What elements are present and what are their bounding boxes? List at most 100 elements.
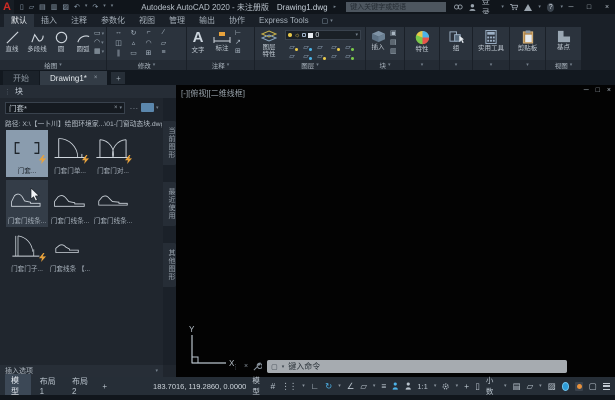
plot-icon[interactable]: ▨ bbox=[62, 3, 69, 11]
panel-layers-label[interactable]: 图层▾ bbox=[255, 60, 365, 70]
browse-caret-icon[interactable]: ▾ bbox=[156, 105, 159, 111]
ribbon-tab-annotate[interactable]: 注释 bbox=[64, 14, 94, 27]
layer-color-swatch[interactable] bbox=[308, 33, 313, 38]
title-caret-icon[interactable]: ▸ bbox=[334, 4, 337, 10]
help-icon[interactable]: ? bbox=[547, 3, 555, 12]
ribbon-tab-collaborate[interactable]: 协作 bbox=[222, 14, 252, 27]
create-block-icon[interactable]: ▣ bbox=[390, 30, 397, 38]
palette-tab-other-drawings[interactable]: 其他图形 bbox=[163, 243, 176, 287]
tray-notes-icon[interactable]: ▤ bbox=[513, 381, 521, 392]
panel-properties-label[interactable]: ▾ bbox=[405, 60, 439, 70]
layer-tool-icon[interactable]: ▱ bbox=[341, 43, 355, 52]
drawing-canvas[interactable]: [-][俯视][二维线框] ─ □ × Y X ⋮ × ▢ ▾ 键入命令 bbox=[176, 85, 615, 377]
lineweight-toggle-icon[interactable]: ≡ bbox=[381, 381, 386, 391]
mirror-tool-icon[interactable]: ▵ bbox=[126, 39, 141, 49]
app-logo-icon[interactable]: A bbox=[0, 0, 14, 14]
maximize-button[interactable]: □ bbox=[581, 0, 597, 14]
fillet-tool-icon[interactable]: ◠ bbox=[141, 39, 156, 49]
redo-icon[interactable]: ↷ bbox=[92, 3, 98, 11]
ribbon-options-icon[interactable]: ▢▾ bbox=[316, 14, 339, 27]
autoscale-icon[interactable] bbox=[405, 381, 412, 391]
doc-minimize-icon[interactable]: ─ bbox=[584, 87, 589, 94]
layer-sun-icon[interactable]: ☼ bbox=[294, 32, 300, 39]
file-tab-drawing1[interactable]: Drawing1* × bbox=[40, 71, 107, 85]
new-file-icon[interactable]: ▯ bbox=[20, 3, 24, 11]
base-view-button[interactable]: 基点 bbox=[557, 27, 571, 51]
polyline-button[interactable]: 多段线 bbox=[24, 27, 50, 53]
table-tool-icon[interactable]: ⊞ bbox=[235, 48, 241, 56]
open-file-icon[interactable]: ▱ bbox=[29, 3, 34, 11]
layout-tab-layout2[interactable]: 布局2 bbox=[66, 375, 95, 397]
signin-caret-icon[interactable]: ▾ bbox=[501, 4, 504, 10]
qat-customize-caret-icon[interactable]: ▾ bbox=[111, 3, 114, 11]
new-layout-button[interactable]: + bbox=[98, 382, 111, 391]
block-item-molding-3[interactable]: 门套门线条... bbox=[92, 180, 134, 227]
layer-tool-icon[interactable]: ▱ bbox=[327, 43, 341, 52]
command-prompt-text[interactable]: 键入命令 bbox=[288, 361, 320, 372]
doc-restore-icon[interactable]: □ bbox=[596, 87, 600, 94]
layer-properties-button[interactable]: 图层特性 bbox=[255, 27, 283, 58]
command-close-icon[interactable]: × bbox=[244, 363, 248, 370]
palette-grip-icon[interactable]: ⋮ bbox=[4, 88, 11, 96]
app-store-cart-icon[interactable] bbox=[510, 3, 518, 11]
recent-commands-icon[interactable]: ▢ bbox=[271, 363, 278, 371]
block-item-doorframe[interactable]: 门套... bbox=[6, 130, 48, 177]
ribbon-tab-view[interactable]: 视图 bbox=[132, 14, 162, 27]
snap-caret-icon[interactable]: ▾ bbox=[302, 383, 305, 389]
command-grip-icon[interactable]: ⋮ bbox=[232, 363, 239, 371]
groups-button[interactable]: 组 bbox=[449, 27, 464, 52]
insert-block-button[interactable]: 插入 bbox=[366, 27, 390, 51]
search-clear-icon[interactable]: × bbox=[112, 105, 120, 111]
annotation-visibility-icon[interactable] bbox=[392, 381, 399, 391]
ellipse-tool-icon[interactable]: ◠▾ bbox=[94, 39, 104, 47]
scale-caret-icon[interactable]: ▾ bbox=[434, 383, 437, 389]
panel-view-label[interactable]: 视图▾ bbox=[546, 60, 581, 70]
block-item-molding-2[interactable]: 门套门线条... bbox=[49, 180, 91, 227]
ribbon-tab-manage[interactable]: 管理 bbox=[162, 14, 192, 27]
annotation-scale-value[interactable]: 1:1 bbox=[417, 382, 427, 391]
move-tool-icon[interactable]: ↔ bbox=[111, 29, 126, 39]
insertion-options-expand-icon[interactable]: ▾ bbox=[155, 368, 158, 374]
panel-annotate-label[interactable]: 注释▾ bbox=[187, 60, 254, 70]
ribbon-tab-default[interactable]: 默认 bbox=[4, 14, 34, 27]
layer-lock-icon[interactable] bbox=[302, 33, 306, 37]
arc-button[interactable]: 圆弧 bbox=[72, 27, 94, 53]
file-tab-close-icon[interactable]: × bbox=[94, 75, 98, 81]
block-item-molding-4[interactable]: 门套线条 【... bbox=[49, 228, 91, 275]
rectangle-tool-icon[interactable]: ▭▾ bbox=[94, 30, 104, 38]
tray-share-icon[interactable]: ▨ bbox=[548, 381, 556, 392]
command-input-bar[interactable]: ▢ ▾ 键入命令 bbox=[267, 360, 567, 373]
user-icon[interactable] bbox=[469, 3, 476, 12]
customization-menu-icon[interactable] bbox=[603, 383, 610, 390]
help-search-input[interactable] bbox=[346, 2, 446, 12]
panel-utilities-label[interactable]: ▾ bbox=[473, 60, 509, 70]
minimize-button[interactable]: ─ bbox=[563, 0, 579, 14]
panel-block-label[interactable]: 块▾ bbox=[366, 60, 404, 70]
layer-dropdown[interactable]: ☼ 0 ▾ bbox=[285, 30, 361, 40]
mleader-tool-icon[interactable]: ↗ bbox=[235, 39, 241, 47]
alert-caret-icon[interactable]: ▾ bbox=[538, 4, 541, 10]
redo-caret-icon[interactable]: ▾ bbox=[103, 3, 106, 11]
trim-tool-icon[interactable]: ⌐ bbox=[141, 29, 156, 39]
erase-tool-icon[interactable]: ∕ bbox=[156, 29, 171, 39]
polar-caret-icon[interactable]: ▾ bbox=[338, 383, 341, 389]
layout-tab-layout1[interactable]: 布局1 bbox=[34, 375, 63, 397]
copy-tool-icon[interactable]: ◫ bbox=[111, 39, 126, 49]
block-item-double-door[interactable]: 门套门对... bbox=[92, 130, 134, 177]
utilities-button[interactable]: 实用工具 bbox=[478, 27, 504, 52]
scale-tool-icon[interactable]: ▭ bbox=[126, 49, 141, 59]
palette-tab-recent[interactable]: 最近使用 bbox=[163, 182, 176, 226]
block-item-door-leaf[interactable]: 门套门子... bbox=[6, 228, 48, 275]
tray-monitor-caret-icon[interactable]: ▾ bbox=[539, 383, 542, 389]
ribbon-tab-express-tools[interactable]: Express Tools bbox=[252, 14, 316, 27]
explode-tool-icon[interactable]: ≡ bbox=[156, 49, 171, 59]
graphics-performance-icon[interactable]: ▢ bbox=[589, 381, 597, 392]
properties-button[interactable]: 特性 bbox=[415, 27, 430, 53]
osnap-toggle-icon[interactable]: ▱ bbox=[360, 381, 367, 392]
array-tool-icon[interactable]: ⊞ bbox=[141, 49, 156, 59]
units-caret-icon[interactable]: ▾ bbox=[504, 383, 507, 389]
stay-connected-icon[interactable] bbox=[524, 4, 532, 11]
line-button[interactable]: 直线 bbox=[0, 27, 24, 53]
recent-commands-caret-icon[interactable]: ▾ bbox=[282, 364, 285, 370]
units-doc-icon[interactable]: ▯ bbox=[475, 381, 480, 392]
